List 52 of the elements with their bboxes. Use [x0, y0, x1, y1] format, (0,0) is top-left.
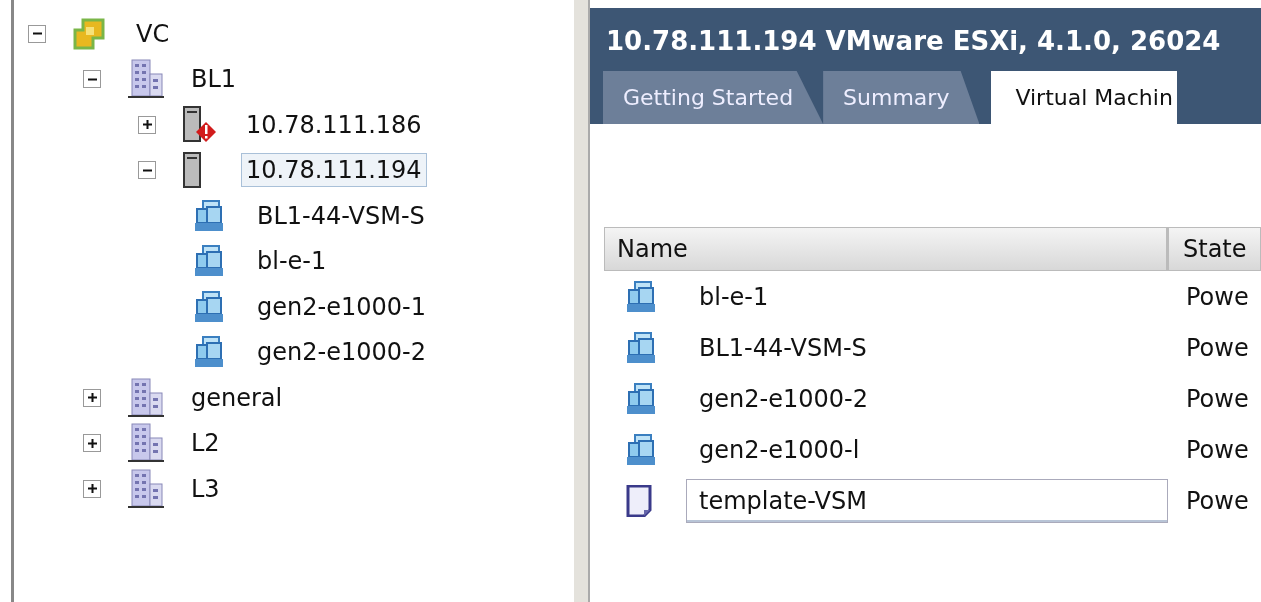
vm-icon [194, 290, 224, 323]
collapse-toggle[interactable] [138, 161, 156, 180]
tab[interactable]: Virtual Machin [991, 71, 1177, 124]
column-header[interactable]: State [1169, 231, 1247, 267]
state-cell-text: Powe [1186, 332, 1249, 364]
state-cell-text: Powe [1186, 281, 1249, 313]
tab[interactable]: Summary [823, 71, 980, 124]
vm-icon [194, 336, 224, 369]
tree-item[interactable]: 10.78.111.194 [241, 153, 427, 188]
vm-name-cell[interactable]: template-VSM [686, 478, 1168, 523]
vcenter-icon [73, 17, 105, 50]
building-icon [128, 59, 164, 100]
plus-icon [86, 483, 98, 495]
tab[interactable]: Getting Started [603, 71, 824, 124]
collapse-toggle[interactable] [28, 24, 46, 43]
template-icon [626, 484, 654, 517]
collapse-toggle[interactable] [83, 70, 101, 89]
vm-icon [194, 245, 224, 278]
tree-item[interactable]: gen2-e1000-1 [252, 289, 431, 324]
expand-toggle[interactable] [138, 115, 156, 134]
plus-icon [86, 392, 98, 404]
vm-icon [194, 199, 224, 232]
state-cell-text: Powe [1186, 434, 1249, 466]
tree-item[interactable]: bl-e-1 [252, 244, 332, 279]
expand-toggle[interactable] [83, 434, 101, 453]
building-icon [128, 377, 164, 418]
plus-icon [86, 437, 98, 449]
vm-name-cell[interactable]: BL1-44-VSM-S [686, 325, 1168, 370]
state-cell-text: Powe [1186, 485, 1249, 517]
tree-item[interactable]: general [186, 380, 288, 415]
vm-name-cell[interactable]: gen2-e1000-l [686, 427, 1168, 472]
tree-item[interactable]: BL1 [186, 62, 242, 97]
host-title: 10.78.111.194 VMware ESXi, 4.1.0, 26024 [605, 25, 1222, 58]
column-header[interactable]: Name [605, 228, 1169, 270]
expand-toggle[interactable] [83, 388, 101, 407]
plus-icon [141, 119, 153, 131]
tree-item[interactable]: VC [131, 16, 175, 51]
building-icon [128, 423, 164, 464]
state-cell-text: Powe [1186, 383, 1249, 415]
tree-item[interactable]: L2 [186, 426, 225, 461]
tree-item[interactable]: BL1-44-VSM-S [252, 198, 430, 233]
vm-icon [626, 280, 656, 313]
tree-item[interactable]: L3 [186, 471, 225, 506]
vm-icon [626, 433, 656, 466]
building-icon [128, 468, 164, 509]
expand-toggle[interactable] [83, 479, 101, 498]
vm-name-cell[interactable]: bl-e-1 [686, 274, 1168, 319]
tree-item[interactable]: gen2-e1000-2 [252, 335, 431, 370]
vm-name-cell[interactable]: gen2-e1000-2 [686, 376, 1168, 421]
vm-icon [626, 382, 656, 415]
vm-icon [626, 331, 656, 364]
tree-item[interactable]: 10.78.111.186 [241, 107, 427, 142]
